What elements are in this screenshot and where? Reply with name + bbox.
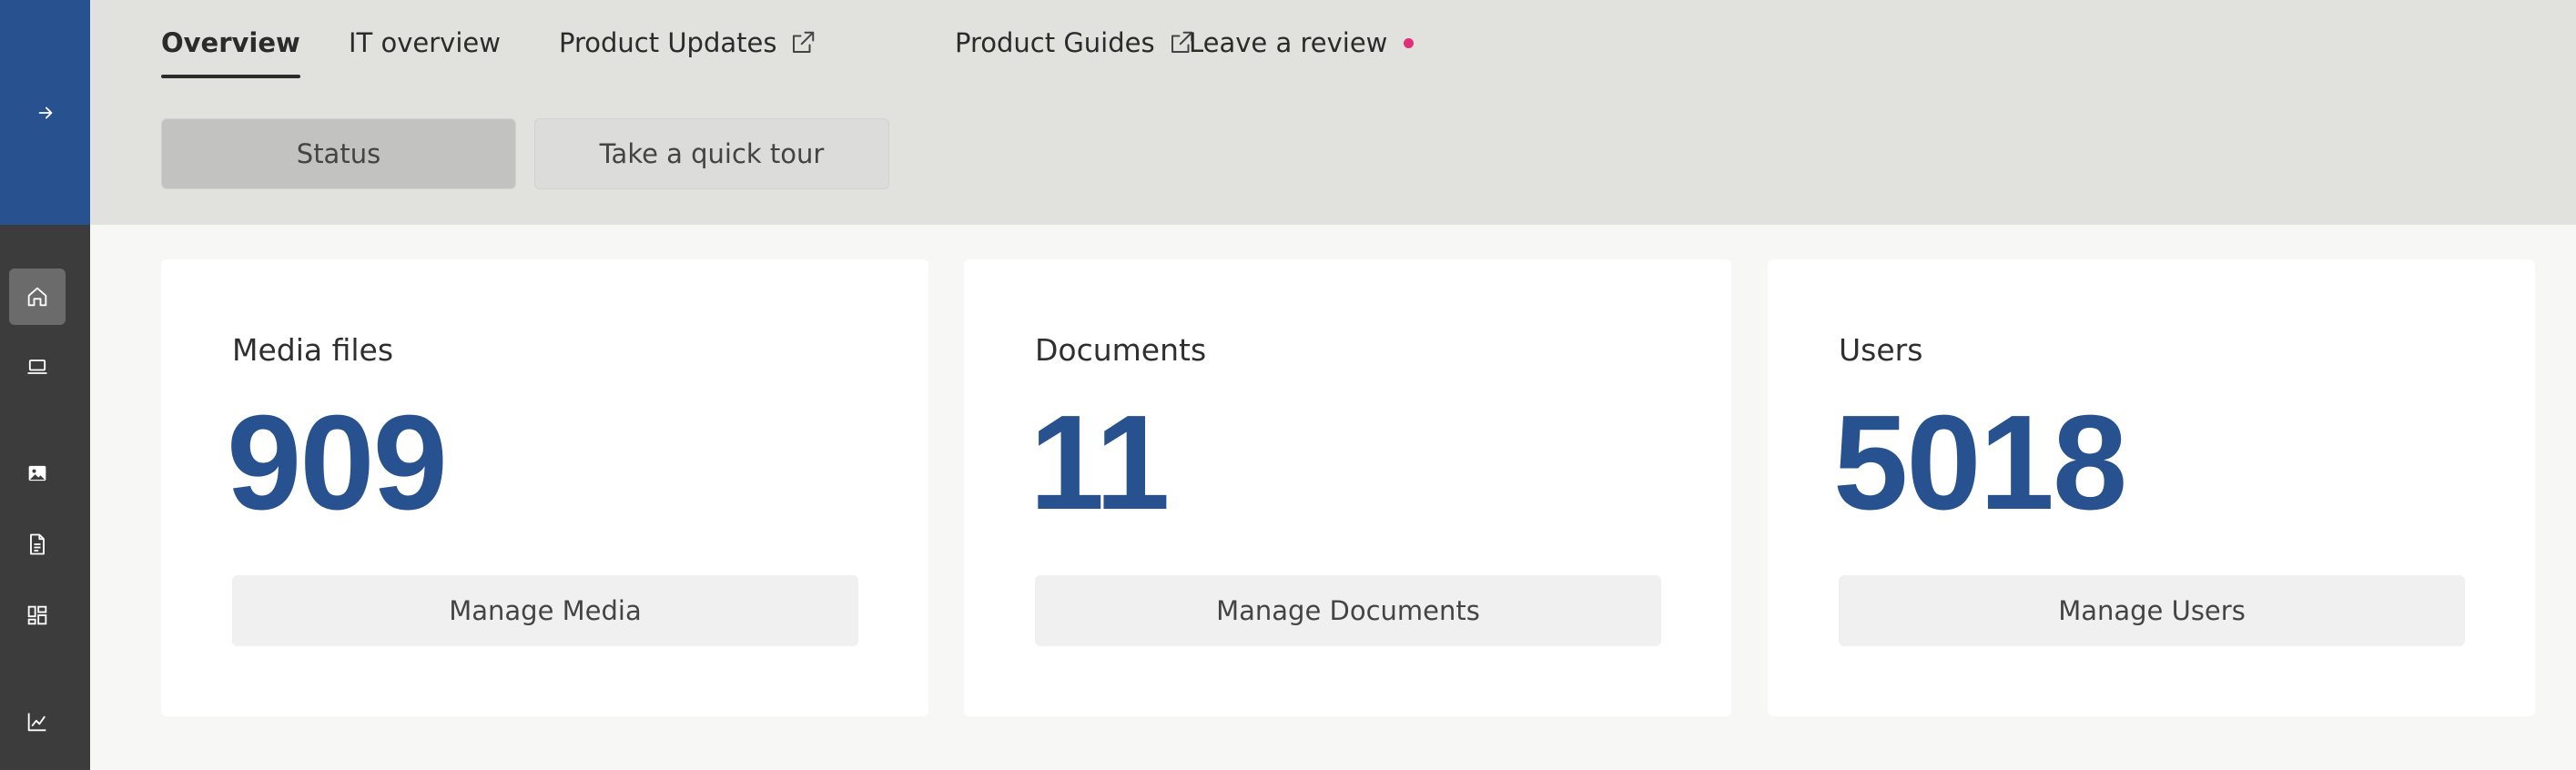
sidebar-item-devices[interactable]	[9, 339, 66, 395]
header: Overview IT overview Product Updates Pro…	[90, 0, 2576, 225]
tab-label: Overview	[161, 27, 300, 58]
sidebar	[0, 0, 90, 770]
notification-dot	[1404, 37, 1415, 48]
card-count: 5018	[1833, 388, 2127, 538]
dashboard-layout-icon	[27, 605, 47, 625]
manage-documents-button[interactable]: Manage Documents	[1035, 575, 1661, 646]
tab-overview[interactable]: Overview	[161, 27, 300, 78]
tab-label: Leave a review	[1189, 27, 1388, 58]
sidebar-item-layout[interactable]	[9, 587, 66, 643]
quick-tour-button[interactable]: Take a quick tour	[534, 118, 889, 189]
sidebar-item-home[interactable]	[9, 268, 66, 325]
card-count: 11	[1029, 388, 1170, 538]
sidebar-item-media[interactable]	[9, 445, 66, 502]
laptop-icon	[27, 360, 47, 374]
tab-leave-review[interactable]: Leave a review	[1189, 27, 1415, 58]
line-chart-icon	[27, 713, 46, 732]
document-icon	[30, 533, 45, 555]
manage-media-button[interactable]: Manage Media	[232, 575, 858, 646]
tab-label: Product Updates	[559, 27, 777, 58]
documents-card: Documents 11 Manage Documents	[964, 259, 1731, 716]
card-title: Media files	[232, 332, 394, 368]
card-title: Users	[1839, 332, 1923, 368]
image-icon	[28, 465, 46, 481]
active-tab-indicator	[161, 75, 300, 78]
external-link-icon	[793, 31, 815, 53]
tab-it-overview[interactable]: IT overview	[349, 27, 501, 58]
tab-label: Product Guides	[955, 27, 1155, 58]
status-button[interactable]: Status	[161, 118, 516, 189]
media-files-card: Media files 909 Manage Media	[161, 259, 928, 716]
manage-users-button[interactable]: Manage Users	[1839, 575, 2465, 646]
sidebar-item-documents[interactable]	[9, 516, 66, 572]
card-count: 909	[227, 388, 448, 538]
tab-product-guides[interactable]: Product Guides	[955, 27, 1195, 58]
card-title: Documents	[1035, 332, 1207, 368]
users-card: Users 5018 Manage Users	[1768, 259, 2535, 716]
sidebar-item-analytics[interactable]	[9, 694, 66, 750]
tab-product-updates[interactable]: Product Updates	[559, 27, 816, 58]
sidebar-toggle-button[interactable]	[0, 0, 90, 225]
arrow-right-icon	[38, 106, 52, 118]
tab-label: IT overview	[349, 27, 501, 58]
home-icon	[27, 287, 47, 307]
